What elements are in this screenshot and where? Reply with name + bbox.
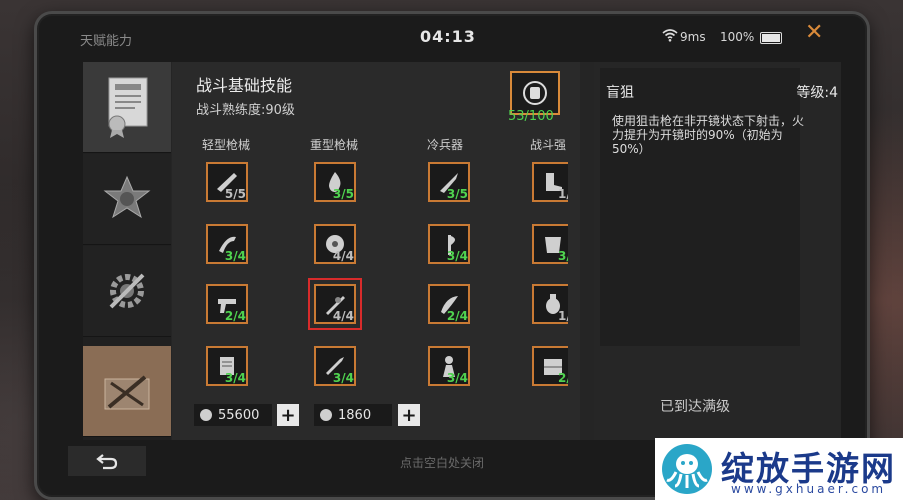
status-time: 04:13 <box>420 27 476 46</box>
category-heavy-guns: 重型枪械 <box>310 138 359 152</box>
skill-level: 5/5 <box>224 187 246 201</box>
skill-cell[interactable]: 3/5 <box>428 162 470 202</box>
skill-cell[interactable]: 1/ <box>532 162 568 202</box>
skill-cell[interactable]: 2/4 <box>428 284 470 324</box>
skill-cell[interactable]: 2/4 <box>206 284 248 324</box>
skill-cell[interactable]: 3/4 <box>428 346 470 386</box>
skill-cell-selected[interactable]: 4/4 <box>308 278 362 330</box>
skill-level: 2/4 <box>446 309 468 323</box>
skill-level: 1/ <box>558 309 568 323</box>
max-level-label: 已到达满级 <box>660 399 730 415</box>
skill-level: 3/4 <box>446 371 468 385</box>
page-title: 战斗基础技能 <box>196 76 293 95</box>
skill-points-count: 53/100 <box>508 109 554 124</box>
sidebar-tab-weapons[interactable] <box>83 346 171 437</box>
ping-value: 9ms <box>680 30 706 44</box>
battery-icon <box>760 32 782 44</box>
category-combat: 战斗强 <box>530 138 567 152</box>
battery-percent: 100% <box>720 30 755 44</box>
status-title: 天赋能力 <box>80 34 133 49</box>
add-silver-button[interactable]: + <box>398 404 420 426</box>
skill-level: 3/4 <box>224 371 246 385</box>
weapons-icon <box>104 375 150 410</box>
octopus-logo <box>662 444 712 494</box>
category-sidebar <box>83 62 171 440</box>
status-bar: 天赋能力 04:13 9ms 100% ✕ <box>40 18 860 58</box>
skill-cell[interactable]: 5/5 <box>206 162 248 202</box>
category-melee: 冷兵器 <box>427 138 464 152</box>
skill-level: 3/5 <box>446 187 468 201</box>
skill-cell[interactable]: 2/ <box>532 346 568 386</box>
skill-detail-panel: 盲狙 等级:4 使用狙击枪在非开镜状态下射击，火力提升为开镜时的90%（初始为5… <box>594 62 841 440</box>
silver-coin-icon <box>320 409 332 421</box>
skill-level: 4/4 <box>332 249 354 263</box>
skill-level: 3/5 <box>332 187 354 201</box>
clipped-column: 1/ 3/ 1/ 2/ <box>528 158 568 408</box>
proficiency-level: 战斗熟练度:90级 <box>196 103 295 118</box>
close-icon[interactable]: ✕ <box>805 22 823 44</box>
emblem-icon <box>103 175 151 219</box>
skill-level: 4/4 <box>332 309 354 323</box>
fist-icon <box>523 81 547 105</box>
skill-detail-box: 盲狙 等级:4 使用狙击枪在非开镜状态下射击，火力提升为开镜时的90%（初始为5… <box>600 68 838 346</box>
back-arrow-icon <box>96 454 118 470</box>
wifi-icon <box>662 29 678 42</box>
skill-level: 1/ <box>558 187 568 201</box>
site-watermark: 绽放手游网 www.gxhuaer.com <box>655 438 903 500</box>
skill-level: 3/4 <box>332 371 354 385</box>
skill-cell[interactable]: 1/ <box>532 284 568 324</box>
sidebar-tab-certificate[interactable] <box>83 62 171 153</box>
skill-cell[interactable]: 3/4 <box>206 346 248 386</box>
skill-cell[interactable]: 3/ <box>532 224 568 264</box>
certificate-icon <box>108 77 148 138</box>
silver-amount: 1860 <box>338 407 372 423</box>
skill-level: 2/4 <box>224 309 246 323</box>
gear-tools-icon <box>109 273 145 309</box>
skill-level-label: 等级:4 <box>796 85 838 101</box>
silver-currency: 1860 <box>314 404 392 426</box>
add-gold-button[interactable]: + <box>277 404 299 426</box>
close-hint[interactable]: 点击空白处关闭 <box>400 454 484 471</box>
skill-level: 3/4 <box>446 249 468 263</box>
sidebar-tab-gear-tools[interactable] <box>83 246 171 337</box>
category-light-guns: 轻型枪械 <box>202 138 251 152</box>
watermark-url: www.gxhuaer.com <box>731 482 887 496</box>
back-button[interactable] <box>68 446 146 476</box>
skill-cell[interactable]: 3/4 <box>206 224 248 264</box>
skill-level: 3/ <box>558 249 568 263</box>
gold-amount: 55600 <box>218 407 260 423</box>
skill-cell[interactable]: 3/4 <box>314 346 356 386</box>
gold-coin-icon <box>200 409 212 421</box>
gold-currency: 55600 <box>194 404 272 426</box>
skill-cell[interactable]: 4/4 <box>314 224 356 264</box>
sidebar-tab-emblem[interactable] <box>83 154 171 245</box>
skill-name: 盲狙 <box>606 85 634 101</box>
skill-cell[interactable]: 3/4 <box>428 224 470 264</box>
skill-level: 2/ <box>558 371 568 385</box>
skill-tree-panel: 战斗基础技能 战斗熟练度:90级 53/100 轻型枪械 重型枪械 冷兵器 战斗… <box>172 62 580 440</box>
skill-cell[interactable]: 3/5 <box>314 162 356 202</box>
skill-description: 使用狙击枪在非开镜状态下射击，火力提升为开镜时的90%（初始为50%） <box>612 114 805 156</box>
skill-level: 3/4 <box>224 249 246 263</box>
